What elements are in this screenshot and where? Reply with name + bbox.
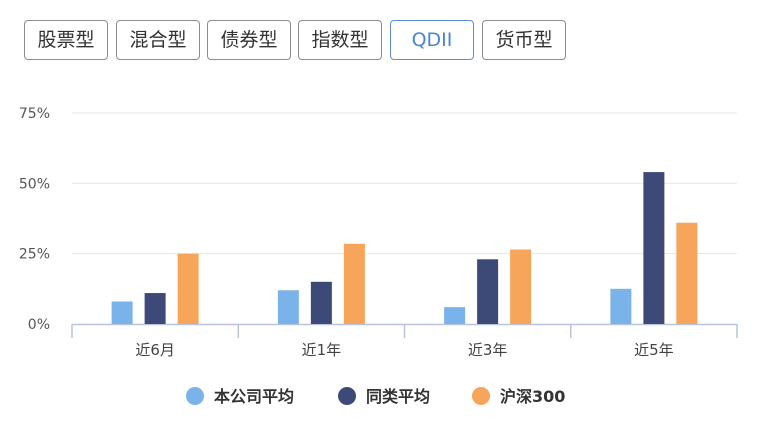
bar <box>477 259 499 324</box>
tab-stock[interactable]: 股票型 <box>24 20 108 60</box>
legend-label-peer-average: 同类平均 <box>366 387 431 406</box>
tab-hybrid[interactable]: 混合型 <box>116 20 200 60</box>
returns-bar-chart: 0% 25% 50% 75% 近6月 近1年 近3年 近5年 <box>19 106 738 359</box>
legend-label-csi300: 沪深300 <box>500 387 566 406</box>
legend-swatch-peer-average <box>338 387 356 405</box>
bar <box>676 222 698 324</box>
bar <box>610 288 632 324</box>
y-tick-label: 0% <box>28 317 50 333</box>
tab-index[interactable]: 指数型 <box>298 20 382 60</box>
legend-swatch-company-average <box>186 387 204 405</box>
y-tick-label: 75% <box>19 106 50 122</box>
bar <box>343 243 365 324</box>
tab-money-market[interactable]: 货币型 <box>482 20 566 60</box>
bar <box>177 253 199 324</box>
bar <box>643 172 665 324</box>
y-tick-label: 50% <box>19 176 50 192</box>
tab-bond[interactable]: 债券型 <box>207 20 291 60</box>
y-tick-label: 25% <box>19 247 50 263</box>
legend-label-company-average: 本公司平均 <box>214 387 295 406</box>
chart-legend: 本公司平均 同类平均 沪深300 <box>0 384 776 410</box>
bar <box>510 249 532 324</box>
bar <box>444 307 466 324</box>
legend-swatch-csi300 <box>472 387 490 405</box>
x-tick-label: 近6月 <box>135 341 175 359</box>
x-tick-label: 近3年 <box>468 341 508 359</box>
x-tick-label: 近1年 <box>302 341 342 359</box>
bar <box>111 301 133 324</box>
bar <box>277 290 299 324</box>
x-tick-label: 近5年 <box>634 341 674 359</box>
bar <box>144 293 166 324</box>
bar <box>310 281 332 324</box>
tab-qdii[interactable]: QDII <box>390 20 474 60</box>
